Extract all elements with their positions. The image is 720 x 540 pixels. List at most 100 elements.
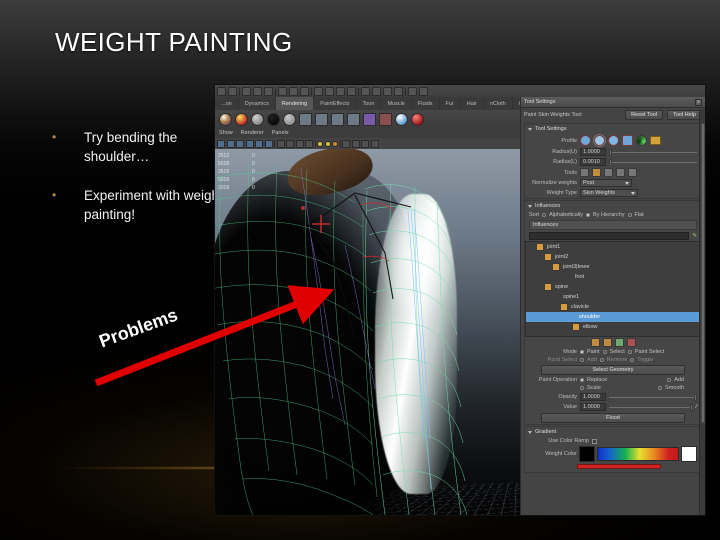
toolbar-icon[interactable] <box>278 86 287 96</box>
toolbar-icon[interactable] <box>336 86 345 96</box>
isolate-select-icon[interactable] <box>370 139 379 148</box>
normalize-dropdown[interactable]: Post <box>580 179 632 187</box>
tool-settings-section-header[interactable]: Tool Settings <box>525 124 701 134</box>
material-surface-icon[interactable] <box>283 112 296 126</box>
hold-weights-icon[interactable] <box>614 338 624 347</box>
value-input[interactable]: 1.0000 <box>580 403 606 411</box>
film-gate-icon[interactable] <box>295 139 304 148</box>
profile-custom-brush-icon[interactable] <box>636 135 647 146</box>
rotate-tool-icon[interactable] <box>255 139 263 148</box>
gradient-section-header[interactable]: Gradient <box>525 427 701 437</box>
clone-tool-icon[interactable] <box>628 168 637 177</box>
influence-search-input[interactable] <box>529 232 690 240</box>
render-view-icon[interactable] <box>299 112 312 126</box>
sort-by-hierarchy-radio[interactable] <box>586 213 591 217</box>
tool-settings-scrollbar[interactable] <box>699 109 705 515</box>
erase-tool-icon[interactable] <box>616 168 625 177</box>
light-icon[interactable] <box>411 112 424 126</box>
paint-select-remove-radio[interactable] <box>599 358 604 362</box>
paint-tool-icon[interactable] <box>580 168 589 177</box>
move-tool-icon[interactable] <box>245 139 254 148</box>
radius-u-input[interactable]: 1.0000 <box>580 148 606 156</box>
shelf-tab-rendering[interactable]: Rendering <box>275 97 315 110</box>
operation-smooth-radio[interactable] <box>658 386 663 390</box>
close-icon[interactable]: x <box>695 98 702 106</box>
select-tool-icon[interactable] <box>217 139 225 148</box>
unlock-weights-icon[interactable] <box>602 338 612 347</box>
toolbar-icon[interactable] <box>217 86 226 96</box>
shelf-tab-fur[interactable]: Fur <box>440 97 461 110</box>
profile-gaussian-brush-icon[interactable] <box>608 135 619 146</box>
xray-icon[interactable] <box>361 139 369 148</box>
weight-color-ramp[interactable] <box>597 447 679 461</box>
toolbar-icon[interactable] <box>361 86 370 96</box>
flood-button[interactable]: Flood <box>541 413 685 423</box>
resolution-gate-icon[interactable] <box>305 139 313 148</box>
invert-weights-icon[interactable] <box>626 338 636 347</box>
toolbar-icon[interactable] <box>372 86 381 96</box>
render-current-frame-icon[interactable] <box>315 112 328 126</box>
influence-color-swatch[interactable] <box>536 243 544 251</box>
folder-icon[interactable] <box>650 136 661 145</box>
lock-weights-icon[interactable] <box>590 338 600 347</box>
mode-paint-radio[interactable] <box>580 350 584 354</box>
influence-color-swatch[interactable] <box>544 253 552 261</box>
toolbar-icon[interactable] <box>325 86 334 96</box>
tree-item-elbow[interactable]: elbow <box>526 322 700 332</box>
environment-sphere-icon[interactable] <box>395 112 408 126</box>
material-blinn-icon[interactable] <box>219 112 232 126</box>
grid-toggle-icon[interactable] <box>286 139 294 148</box>
scrollbar-thumb[interactable] <box>701 123 705 423</box>
toolbar-icon[interactable] <box>289 86 298 96</box>
shelf-tab-fluids[interactable]: Fluids <box>412 97 440 110</box>
radius-l-slider[interactable] <box>609 158 697 166</box>
operation-add-radio[interactable] <box>667 378 672 382</box>
tool-help-button[interactable]: Tool Help <box>667 110 702 120</box>
mode-select-radio[interactable] <box>602 350 607 354</box>
toolbar-icon[interactable] <box>314 86 323 96</box>
ipr-render-icon[interactable] <box>331 112 344 126</box>
tree-item-foot[interactable]: foot <box>526 272 700 282</box>
profile-soft-brush-icon[interactable] <box>593 134 606 147</box>
render-layers-icon[interactable] <box>379 112 392 126</box>
max-weight-color-swatch[interactable] <box>681 446 697 462</box>
wireframe-shading-icon[interactable] <box>317 140 323 147</box>
toolbar-icon[interactable] <box>253 86 262 96</box>
mode-paint-select-radio[interactable] <box>627 350 632 354</box>
use-color-ramp-checkbox[interactable] <box>592 438 597 444</box>
material-gray-icon[interactable] <box>251 112 264 126</box>
shelf-tab-dynamics[interactable]: Dynamics <box>239 97 276 110</box>
opacity-input[interactable]: 1.0000 <box>580 393 606 401</box>
paint-select-add-radio[interactable] <box>580 358 584 362</box>
material-black-icon[interactable] <box>267 112 280 126</box>
viewport-menu-panels[interactable]: Panels <box>272 130 289 136</box>
shelf-tab-muscle[interactable]: Muscle <box>381 97 412 110</box>
render-settings-icon[interactable] <box>347 112 360 126</box>
smear-tool-icon[interactable] <box>592 168 601 177</box>
toolbar-icon[interactable] <box>419 86 428 96</box>
texture-shading-icon[interactable] <box>332 140 338 147</box>
tree-item-joint1[interactable]: joint1 <box>526 242 700 252</box>
shelf-tab-hair[interactable]: Hair <box>461 97 484 110</box>
lasso-tool-icon[interactable] <box>226 139 235 148</box>
maya-viewport[interactable]: 2512 0 5018 0 2518 0 5018 0 2018 0 <box>215 149 520 515</box>
scale-tool-icon[interactable] <box>264 139 273 148</box>
shelf-tab-ncloth[interactable]: nCloth <box>484 97 513 110</box>
tree-item-clavicle[interactable]: clavicle <box>526 302 700 312</box>
influence-color-swatch[interactable] <box>552 263 560 271</box>
shelf-tab-toon[interactable]: Toon <box>357 97 382 110</box>
opacity-slider[interactable] <box>609 393 697 401</box>
paint-select-icon[interactable] <box>236 139 244 148</box>
batch-render-icon[interactable] <box>363 112 376 126</box>
pencil-icon[interactable]: ✎ <box>692 233 697 239</box>
reset-tool-button[interactable]: Reset Tool <box>625 110 664 120</box>
toolbar-icon[interactable] <box>408 86 417 96</box>
ramp-selected-color-bar[interactable] <box>577 464 661 469</box>
sort-alphabetically-radio[interactable] <box>542 213 547 217</box>
influences-section-header[interactable]: Influences <box>525 201 701 211</box>
select-geometry-button[interactable]: Select Geometry <box>541 365 685 375</box>
weight-type-dropdown[interactable]: Skin Weights <box>580 189 638 197</box>
radius-u-slider[interactable] <box>609 148 697 156</box>
lighting-icon[interactable] <box>342 139 350 148</box>
toolbar-icon[interactable] <box>394 86 403 96</box>
